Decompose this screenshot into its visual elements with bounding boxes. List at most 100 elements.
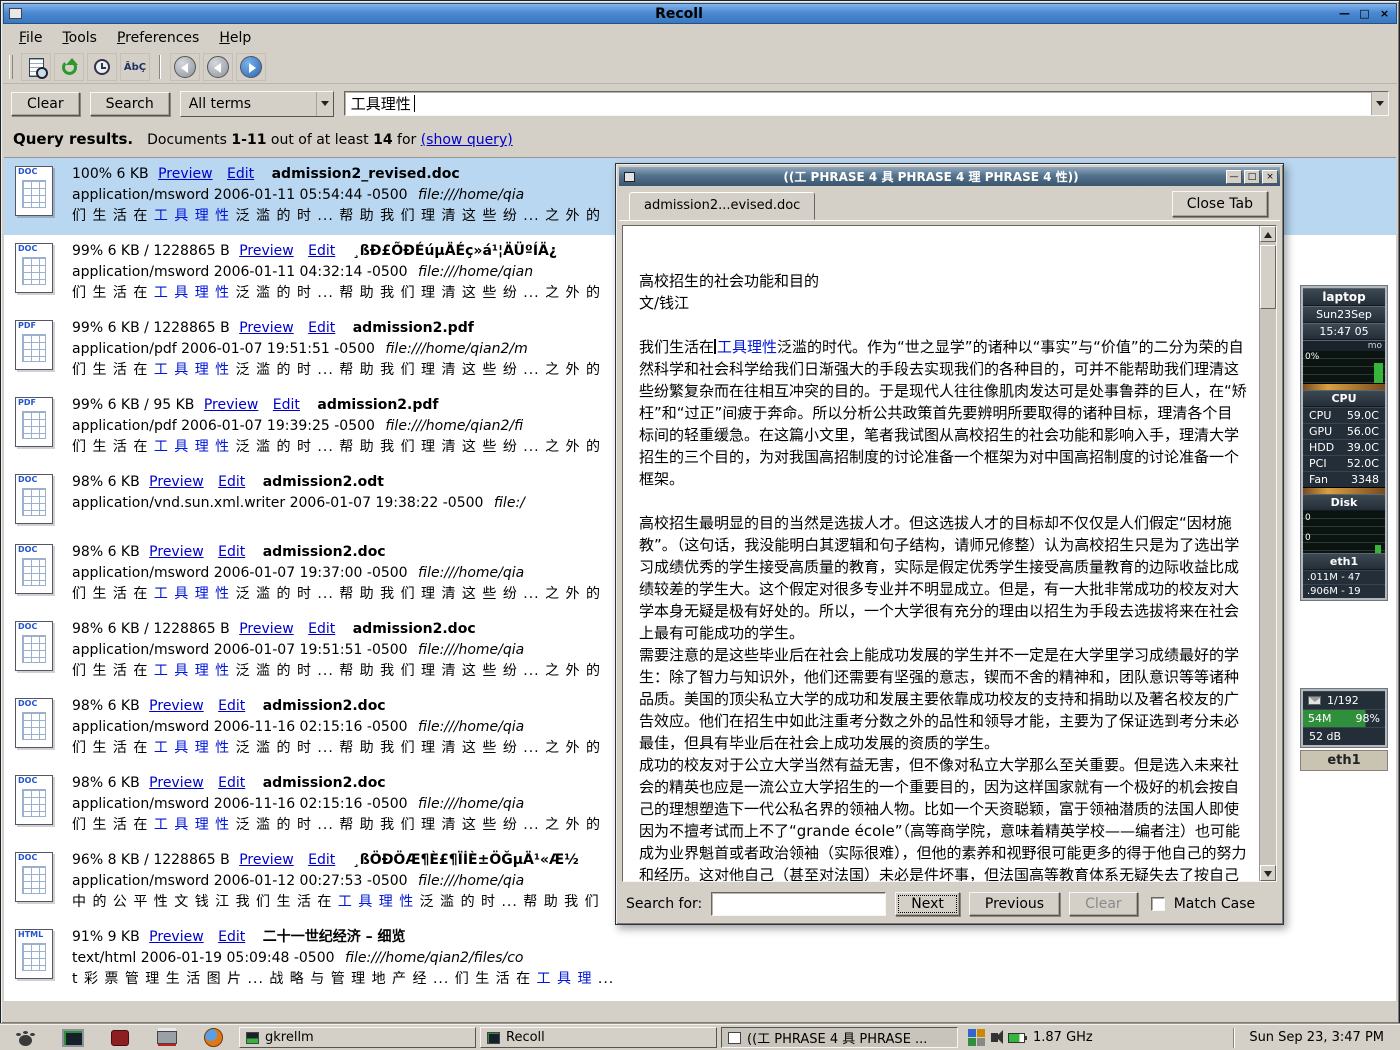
disk-title: Disk (1303, 494, 1385, 511)
search-input[interactable] (351, 95, 1371, 113)
taskbar-window-button[interactable]: ((工 PHRASE 4 具 PHRASE ... (721, 1027, 958, 1048)
clear-button[interactable]: Clear (11, 92, 80, 116)
nav-back-button[interactable] (203, 53, 233, 81)
speaker-icon[interactable] (991, 1033, 998, 1042)
menu-item[interactable]: Tools (54, 28, 105, 48)
preview-search-input[interactable] (711, 892, 886, 916)
preview-titlebar[interactable]: ((工 PHRASE 4 具 PHRASE 4 理 PHRASE 4 性)) —… (619, 167, 1280, 186)
close-icon[interactable]: × (1376, 6, 1393, 21)
toolbar: ÂbÇ (3, 51, 1397, 84)
preview-link[interactable]: Preview (239, 320, 294, 336)
tab-admission2[interactable]: admission2...evised.doc (629, 192, 815, 220)
edit-link[interactable]: Edit (218, 929, 245, 945)
gkrellm-cpu-panel: mo 0% (1303, 340, 1385, 390)
net-rx-value: .011M - 47 (1303, 570, 1385, 584)
maximize-icon[interactable]: □ (1356, 6, 1373, 21)
chevron-down-icon[interactable] (316, 92, 333, 116)
result-relevance-size: 100% 6 KB (72, 166, 149, 182)
edit-link[interactable]: Edit (308, 621, 335, 637)
launcher-icon[interactable] (145, 1027, 188, 1049)
history-button[interactable] (87, 53, 117, 81)
scroll-down-icon[interactable] (1260, 865, 1276, 881)
result-snippet: 们 生 活 在 工 具 理 性 泛 滥 的 时 ... 帮 助 我 们 理 清 … (72, 584, 601, 605)
preview-link[interactable]: Preview (149, 474, 204, 490)
sensor-row: Fan3348 (1303, 471, 1385, 487)
result-snippet: 们 生 活 在 工 具 理 性 泛 滥 的 时 ... 帮 助 我 们 理 清 … (72, 815, 601, 836)
menu-item[interactable]: Preferences (109, 28, 207, 48)
scroll-up-icon[interactable] (1260, 226, 1276, 242)
result-title: admission2.pdf (317, 397, 438, 413)
preview-link[interactable]: Preview (239, 621, 294, 637)
result-title: admission2.pdf (353, 320, 474, 336)
preview-link[interactable]: Preview (158, 166, 213, 182)
edit-link[interactable]: Edit (308, 320, 335, 336)
match-case-checkbox[interactable] (1151, 897, 1165, 911)
preview-link[interactable]: Preview (149, 929, 204, 945)
edit-link[interactable]: Edit (218, 474, 245, 490)
query-combobox[interactable] (344, 91, 1389, 116)
search-button[interactable]: Search (90, 92, 170, 116)
preview-link[interactable]: Preview (204, 397, 259, 413)
toolbar-handle[interactable] (9, 55, 13, 79)
menu-item[interactable]: Help (211, 28, 259, 48)
result-snippet: 中 的 公 平 性 文 钱 江 我 们 生 活 在 工 具 理 性 泛 滥 的 … (72, 892, 600, 913)
taskbar-clock: Sun Sep 23, 3:47 PM (1243, 1030, 1396, 1045)
file-type-icon: PDF (12, 318, 60, 374)
maximize-icon[interactable]: □ (1244, 170, 1260, 184)
taskbar-window-button[interactable]: gkrellm (239, 1027, 476, 1048)
find-next-button[interactable]: Next (895, 892, 960, 916)
close-tab-button[interactable]: Close Tab (1172, 191, 1268, 217)
menu-item[interactable]: File (11, 28, 50, 48)
preview-link[interactable]: Preview (149, 698, 204, 714)
document-search-icon (29, 58, 44, 77)
term-explorer-button[interactable]: ÂbÇ (120, 53, 150, 81)
edit-link[interactable]: Edit (218, 544, 245, 560)
preview-paragraph: 我们生活在工具理性泛滥的时代。作为“世之显学”的诸种以“事实”与“价值”的二分为… (639, 336, 1247, 490)
desktop: Recoll — □ × File Tools Preferences Help… (0, 0, 1400, 1050)
gkrellm-window[interactable]: laptop Sun23Sep 15:47 05 mo 0% CPU CPU59… (1300, 285, 1388, 601)
tray-icons[interactable] (968, 1029, 985, 1046)
launcher-icon[interactable] (192, 1027, 235, 1049)
file-emblem-icon (22, 712, 46, 740)
find-clear-button[interactable]: Clear (1069, 892, 1138, 916)
preview-tab-bar: admission2...evised.doc Close Tab (619, 186, 1280, 221)
scrollbar-thumb[interactable] (1260, 245, 1276, 309)
result-row[interactable]: HTML 91% 9 KB Preview Edit 二十一世纪经济 – 细览 … (4, 921, 1396, 998)
minimize-icon[interactable]: — (1226, 170, 1242, 184)
search-mode-value: All terms (181, 96, 316, 112)
edit-link[interactable]: Edit (308, 243, 335, 259)
preview-search-bar: Search for: Next Previous Clear Match Ca… (622, 888, 1277, 919)
show-query-link[interactable]: (show query) (421, 132, 513, 148)
close-icon[interactable]: × (1262, 170, 1278, 184)
preview-link[interactable]: Preview (149, 775, 204, 791)
preview-link[interactable]: Preview (239, 243, 294, 259)
launcher-icon[interactable] (51, 1027, 94, 1049)
preview-link[interactable]: Preview (239, 852, 294, 868)
edit-link[interactable]: Edit (218, 775, 245, 791)
preview-content[interactable]: 高校招生的社会功能和目的 文/钱江 我们生活在工具理性泛滥的时代。作为“世之显学… (622, 225, 1277, 882)
nav-first-button[interactable] (170, 53, 200, 81)
edit-link[interactable]: Edit (218, 698, 245, 714)
search-mode-select[interactable]: All terms (180, 91, 334, 117)
result-details: application/msword 2006-11-16 02:15:16 -… (72, 717, 601, 738)
gkrellm-lower-panel[interactable]: 1/192 54M 98% 52 dB (1300, 688, 1388, 748)
taskbar-window-button[interactable]: Recoll (480, 1027, 717, 1048)
edit-link[interactable]: Edit (273, 397, 300, 413)
battery-icon[interactable] (1008, 1033, 1025, 1043)
chevron-down-icon[interactable] (1371, 92, 1388, 115)
document-history-button[interactable] (21, 53, 51, 81)
edit-link[interactable]: Edit (308, 852, 335, 868)
edit-link[interactable]: Edit (227, 166, 254, 182)
preview-link[interactable]: Preview (149, 544, 204, 560)
launcher-icon[interactable] (4, 1027, 47, 1049)
recoll-titlebar[interactable]: Recoll — □ × (3, 3, 1397, 24)
find-previous-button[interactable]: Previous (969, 892, 1060, 916)
scrollbar[interactable] (1259, 226, 1276, 881)
result-details: text/html 2006-01-19 05:09:48 -0500 file… (72, 948, 614, 969)
nav-forward-button[interactable] (236, 53, 266, 81)
preview-paragraph: 需要注意的是这些毕业后在社会上能成功发展的学生并不一定是在大学里学习成绩最好的学… (639, 644, 1247, 754)
minimize-icon[interactable]: — (1336, 6, 1353, 21)
launcher-icon[interactable] (98, 1027, 141, 1049)
cpu-percent: 0% (1305, 352, 1319, 362)
update-index-button[interactable] (54, 53, 84, 81)
